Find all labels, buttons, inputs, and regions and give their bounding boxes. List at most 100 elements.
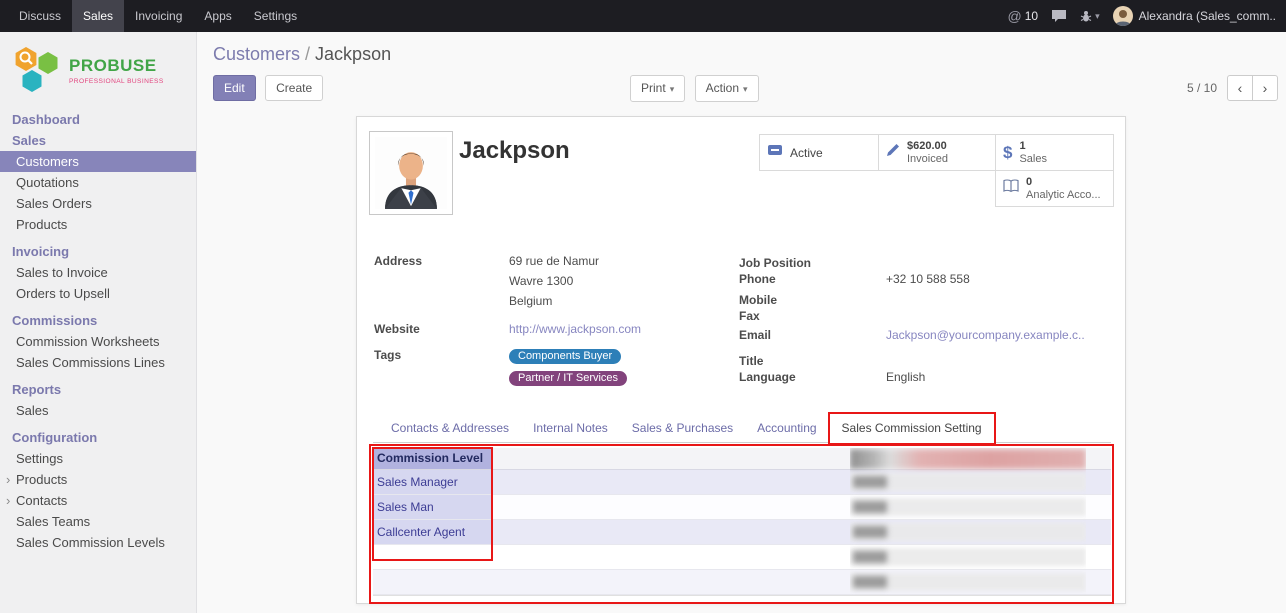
sidebar-item-orders-to-upsell[interactable]: Orders to Upsell [0, 283, 196, 304]
debug-icon[interactable]: ▾ [1080, 10, 1100, 22]
topbar-systray: @ 10 ▾ Alexandra (Sales_comm.. [1008, 6, 1286, 26]
sidebar-item-label: Contacts [16, 493, 67, 508]
control-panel: Customers/Jackpson Edit Create Print▾ Ac… [197, 32, 1286, 106]
commission-level-cell: Sales Man [373, 495, 493, 519]
menu-apps[interactable]: Apps [193, 0, 242, 32]
sales-stat-button[interactable]: $ 1Sales [995, 134, 1114, 171]
sidebar-item-config-products[interactable]: ›Products [0, 469, 196, 490]
sidebar-item-label: Products [16, 472, 67, 487]
address-field: Address 69 rue de Namur Wavre 1300 Belgi… [374, 251, 730, 311]
table-row-sales-man[interactable]: Sales Man [373, 495, 1111, 520]
tag-components-buyer: Components Buyer [509, 349, 621, 364]
action-dropdown-button[interactable]: Action▾ [695, 75, 759, 102]
mention-count: 10 [1025, 9, 1038, 23]
sidebar-header-invoicing[interactable]: Invoicing [0, 241, 196, 262]
title-label: Title [739, 353, 886, 369]
commission-level-cell: Callcenter Agent [373, 520, 493, 544]
tags-value: Components Buyer Partner / IT Services [509, 345, 627, 389]
breadcrumb-customers-link[interactable]: Customers [213, 44, 300, 64]
sidebar-header-sales[interactable]: Sales [0, 130, 196, 151]
phone-field: Phone+32 10 588 558 [739, 271, 1113, 287]
column-header-commission-level[interactable]: Commission Level [373, 448, 493, 469]
mentions-counter[interactable]: @ 10 [1008, 8, 1039, 24]
sidebar-item-sales-to-invoice[interactable]: Sales to Invoice [0, 262, 196, 283]
edit-button[interactable]: Edit [213, 75, 256, 101]
active-stat-button[interactable]: Active [759, 134, 879, 171]
sidebar-header-configuration[interactable]: Configuration [0, 427, 196, 448]
job-position-label: Job Position [739, 255, 886, 271]
table-row-sales-manager[interactable]: Sales Manager [373, 470, 1111, 495]
messages-icon[interactable] [1051, 9, 1067, 23]
address-label: Address [374, 251, 509, 311]
sidebar-item-sales-teams[interactable]: Sales Teams [0, 511, 196, 532]
menu-invoicing[interactable]: Invoicing [124, 0, 193, 32]
sidebar-item-dashboard[interactable]: Dashboard [0, 109, 196, 130]
record-action-buttons: Print ▾ Action▾ [630, 75, 759, 102]
tab-sales-commission-setting[interactable]: Sales Commission Setting [829, 413, 995, 443]
logo-subtitle: PROFESSIONAL BUSINESS [69, 78, 164, 85]
user-avatar [1113, 6, 1133, 26]
sidebar-item-commission-worksheets[interactable]: Commission Worksheets [0, 331, 196, 352]
sidebar-item-customers[interactable]: Customers [0, 151, 196, 172]
active-toggle-icon [767, 142, 783, 163]
analytic-stat-button[interactable]: 0Analytic Acco... [995, 170, 1114, 207]
language-field: LanguageEnglish [739, 369, 1113, 385]
tab-internal-notes[interactable]: Internal Notes [521, 414, 620, 442]
tab-sales-purchases[interactable]: Sales & Purchases [620, 414, 745, 442]
top-menu-bar: Discuss Sales Invoicing Apps Settings @ … [0, 0, 1286, 32]
table-header-row: Commission Level [373, 448, 1111, 470]
probuse-logo[interactable]: PROBUSE PROFESSIONAL BUSINESS [0, 32, 196, 109]
analytic-count-label: Analytic Acco... [1026, 189, 1101, 202]
right-field-column: Job Position Phone+32 10 588 558 Mobile … [739, 255, 1113, 385]
sidebar-item-quotations[interactable]: Quotations [0, 172, 196, 193]
sidebar-item-settings[interactable]: Settings [0, 448, 196, 469]
website-link[interactable]: http://www.jackpson.com [509, 319, 641, 339]
chevron-down-icon: ▾ [670, 84, 675, 94]
tab-contacts-addresses[interactable]: Contacts & Addresses [379, 414, 521, 442]
sidebar-item-sales-commissions-lines[interactable]: Sales Commissions Lines [0, 352, 196, 373]
sidebar-header-commissions[interactable]: Commissions [0, 310, 196, 331]
table-row-callcenter-agent[interactable]: Callcenter Agent [373, 520, 1111, 545]
menu-discuss[interactable]: Discuss [8, 0, 72, 32]
pager-counter: 5 / 10 [1187, 81, 1217, 95]
mobile-label: Mobile [739, 292, 886, 308]
job-position-field: Job Position [739, 255, 1113, 271]
invoiced-value: $620.00 [907, 140, 948, 153]
logo-title: PROBUSE [69, 56, 164, 76]
print-dropdown-button[interactable]: Print ▾ [630, 75, 685, 102]
email-link[interactable]: Jackpson@yourcompany.example.c.. [886, 327, 1085, 343]
fax-field: Fax [739, 308, 1113, 324]
phone-label: Phone [739, 271, 886, 287]
invoiced-stat-button[interactable]: $620.00Invoiced [878, 134, 996, 171]
pager-next-button[interactable]: › [1252, 75, 1278, 101]
breadcrumb-current: Jackpson [315, 44, 391, 64]
sidebar-item-products[interactable]: Products [0, 214, 196, 235]
sidebar-item-reports-sales[interactable]: Sales [0, 400, 196, 421]
table-row-empty [373, 545, 1111, 570]
tags-label: Tags [374, 345, 509, 389]
phone-value: +32 10 588 558 [886, 271, 970, 287]
top-menu-items: Discuss Sales Invoicing Apps Settings [0, 0, 308, 32]
tab-label: Sales Commission Setting [842, 421, 982, 435]
sidebar-nav: Dashboard Sales Customers Quotations Sal… [0, 109, 196, 553]
menu-settings[interactable]: Settings [243, 0, 308, 32]
print-label: Print [641, 81, 666, 95]
commission-table: Commission Level Sales Manager Sales Man… [373, 448, 1111, 604]
sidebar-header-reports[interactable]: Reports [0, 379, 196, 400]
tags-field: Tags Components Buyer Partner / IT Servi… [374, 345, 730, 389]
active-stat-label: Active [790, 146, 823, 160]
pager-previous-button[interactable]: ‹ [1227, 75, 1253, 101]
invoiced-label: Invoiced [907, 153, 948, 166]
tab-accounting[interactable]: Accounting [745, 414, 828, 442]
address-line: Belgium [509, 291, 599, 311]
sales-count-label: Sales [1019, 153, 1047, 166]
sidebar-item-config-contacts[interactable]: ›Contacts [0, 490, 196, 511]
menu-sales[interactable]: Sales [72, 0, 124, 32]
sales-count-value: 1 [1019, 140, 1047, 153]
sidebar-item-sales-commission-levels[interactable]: Sales Commission Levels [0, 532, 196, 553]
sidebar-item-sales-orders[interactable]: Sales Orders [0, 193, 196, 214]
probuse-logo-icon [10, 45, 62, 95]
email-field: EmailJackpson@yourcompany.example.c.. [739, 327, 1113, 343]
user-menu[interactable]: Alexandra (Sales_comm.. [1113, 6, 1276, 26]
create-button[interactable]: Create [265, 75, 323, 101]
